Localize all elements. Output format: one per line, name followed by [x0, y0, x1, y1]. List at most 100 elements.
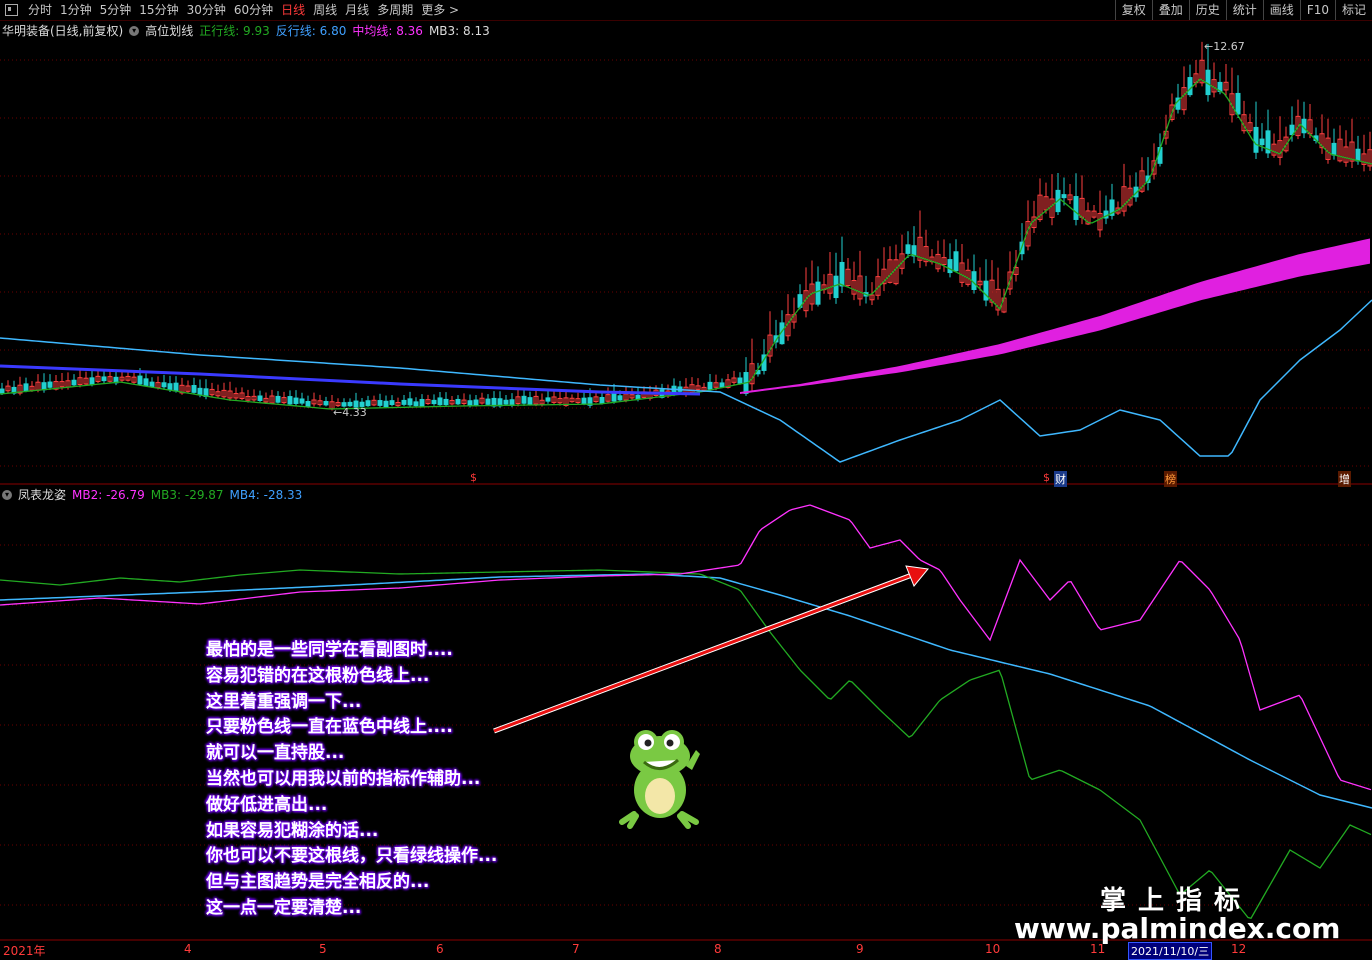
candle-body	[581, 397, 587, 405]
candle-body	[1235, 92, 1241, 115]
candle-body	[149, 381, 155, 388]
indicator-settings-icon[interactable]: ▾	[129, 25, 140, 36]
candle-body	[191, 385, 197, 393]
candle-body	[323, 400, 329, 406]
candle-body	[383, 400, 389, 408]
note-line: 容易犯错的在这根粉色线上...	[206, 665, 430, 686]
candle-body	[419, 398, 425, 407]
candle-body	[1355, 148, 1361, 162]
candle-body	[455, 398, 461, 405]
time-axis-label: 4	[184, 942, 192, 956]
note-line: 这里着重强调一下...	[206, 691, 362, 712]
note-line: 只要粉色线一直在蓝色中线上....	[206, 717, 453, 738]
candle-body	[971, 271, 977, 291]
candle-body	[137, 375, 143, 385]
legend-mb2: MB2: -26.79	[72, 487, 145, 502]
candle-body	[1259, 138, 1265, 146]
candle-body	[635, 394, 641, 400]
legend-fanxing: 反行线: 6.80	[275, 24, 347, 38]
main-indicator-name[interactable]: 高位划线	[145, 22, 193, 39]
time-axis-label: 5	[319, 942, 327, 956]
sub-chart-legend: ▾ 凤表龙姿 MB2: -26.79 MB3: -29.87 MB4: -28.…	[2, 486, 302, 503]
ma-green-line	[0, 78, 1372, 410]
event-marker-increase[interactable]: 增	[1338, 471, 1351, 487]
time-axis-label: 7	[572, 942, 580, 956]
legend-mb3-main: MB3: 8.13	[428, 23, 490, 38]
event-marker-finance[interactable]: 财	[1054, 471, 1067, 487]
candle-body	[467, 400, 473, 407]
note-line: 但与主图趋势是完全相反的...	[206, 872, 430, 893]
candle-body	[293, 397, 299, 404]
note-line: 就可以一直持股...	[206, 743, 345, 764]
candle-body	[287, 396, 293, 405]
candle-body	[947, 259, 953, 274]
legend-zhongjun: 中均线: 8.36	[352, 24, 423, 38]
candle-body	[617, 395, 623, 401]
candle-body	[509, 399, 515, 406]
candle-body	[377, 400, 383, 406]
sub-indicator-settings-icon[interactable]: ▾	[2, 489, 12, 500]
annotation-note: 最怕的是一些同学在看副图时.... 容易犯错的在这根粉色线上... 这里着重强调…	[206, 638, 497, 922]
candle-body	[413, 401, 419, 407]
candle-body	[707, 381, 713, 390]
time-axis-label: 6	[436, 942, 444, 956]
candle-body	[401, 399, 407, 405]
candle-body	[41, 382, 47, 391]
note-line: 你也可以不要这根线，只看绿线操作...	[206, 846, 498, 867]
candle-body	[407, 398, 413, 406]
candle-body	[257, 395, 263, 401]
candle-body	[89, 377, 95, 385]
time-axis-label: 2021年	[3, 944, 46, 958]
candle-body	[275, 395, 281, 403]
candle-body	[305, 400, 311, 407]
cursor-date-badge: 2021/11/10/三	[1128, 942, 1213, 960]
note-line: 这一点一定要清楚...	[206, 897, 362, 918]
legend-mb3: MB3: -29.87	[150, 487, 224, 502]
sub-indicator-name[interactable]: 凤表龙姿	[18, 486, 66, 503]
candle-body	[521, 395, 527, 404]
candle-body	[173, 382, 179, 392]
candle-body	[143, 378, 149, 386]
candle-body	[1187, 77, 1193, 96]
event-marker[interactable]: $	[1043, 471, 1050, 484]
note-line: 如果容易犯糊涂的话...	[206, 820, 379, 841]
candle-body	[0, 388, 5, 394]
candle-body	[71, 379, 77, 386]
candle-body	[503, 399, 509, 405]
candle-body	[905, 244, 911, 254]
main-chart-legend: 华明装备(日线,前复权) ▾ 高位划线 正行线: 9.93 反行线: 6.80 …	[2, 22, 490, 39]
candle-body	[473, 399, 479, 406]
candle-body	[485, 398, 491, 405]
note-line: 做好低进高出...	[206, 794, 328, 815]
candle-body	[389, 400, 395, 406]
event-marker[interactable]: $	[470, 471, 477, 484]
note-line: 最怕的是一些同学在看副图时....	[206, 640, 453, 660]
candle-body	[1061, 194, 1067, 199]
candle-body	[161, 382, 167, 388]
candle-body	[437, 397, 443, 406]
candle-body	[365, 400, 371, 407]
time-axis-label: 11	[1090, 942, 1106, 956]
candle-body	[611, 392, 617, 402]
legend-mb4: MB4: -28.33	[229, 487, 303, 502]
low-price-label: ←4.33	[333, 406, 367, 419]
candle-body	[1073, 196, 1079, 220]
frog-mascot-icon	[619, 730, 700, 829]
time-axis-label: 10	[985, 942, 1001, 956]
watermark-url: www.palmindex.com	[1014, 912, 1341, 945]
stock-title: 华明装备(日线,前复权)	[2, 24, 124, 38]
candle-body	[101, 376, 107, 382]
candle-body	[833, 275, 839, 299]
candle-body	[737, 377, 743, 384]
candle-body	[47, 381, 53, 388]
annotation-arrow	[493, 573, 913, 733]
candle-body	[1253, 126, 1259, 153]
candle-body	[167, 383, 173, 391]
event-marker-ranking[interactable]: 榜	[1164, 471, 1177, 487]
candle-body	[545, 397, 551, 402]
candle-body	[431, 399, 437, 405]
candle-body	[815, 281, 821, 305]
candle-body	[719, 382, 725, 388]
time-axis-label: 8	[714, 942, 722, 956]
candle-body	[299, 398, 305, 404]
